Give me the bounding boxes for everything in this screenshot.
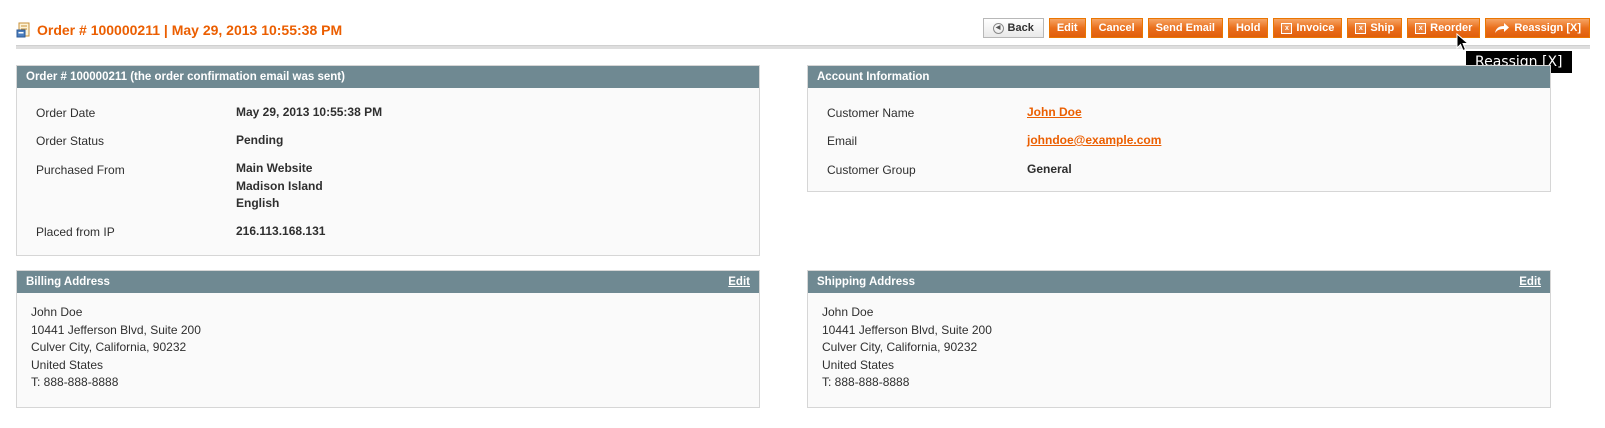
email-label: Email: [827, 134, 858, 148]
reassign-button[interactable]: Reassign [X]: [1485, 18, 1590, 38]
billing-address-header: Billing Address Edit: [17, 271, 759, 293]
billing-edit-link[interactable]: Edit: [728, 276, 750, 288]
hold-button-label: Hold: [1235, 22, 1261, 34]
order-date-label: Order Date: [36, 106, 96, 120]
billing-country: United States: [31, 357, 104, 372]
edit-order-button-label: Edit: [1056, 22, 1078, 34]
shipping-address-lines: John Doe 10441 Jefferson Blvd, Suite 200…: [822, 304, 992, 392]
shipping-street: 10441 Jefferson Blvd, Suite 200: [822, 322, 992, 337]
order-status-value: Pending: [236, 133, 284, 147]
page-header: Order # 100000211 | May 29, 2013 10:55:3…: [16, 15, 1590, 51]
billing-address-title: Billing Address: [26, 276, 110, 288]
purchased-from-view: English: [236, 196, 280, 210]
email-link[interactable]: johndoe@example.com: [1027, 133, 1161, 147]
customer-name-label: Customer Name: [827, 106, 915, 120]
cancel-order-button[interactable]: Cancel: [1090, 18, 1143, 38]
send-email-button[interactable]: Send Email: [1147, 18, 1223, 38]
mouse-cursor-icon: [1456, 33, 1470, 52]
back-button-label: Back: [1007, 22, 1034, 34]
billing-address-box: Billing Address Edit John Doe 10441 Jeff…: [16, 270, 760, 408]
order-status-label: Order Status: [36, 134, 105, 148]
ship-button-label: Ship: [1370, 22, 1395, 34]
share-arrow-icon: [1495, 23, 1510, 33]
edit-order-button[interactable]: Edit: [1048, 18, 1086, 38]
billing-name: John Doe: [31, 305, 83, 319]
billing-phone: T: 888-888-8888: [31, 375, 119, 390]
order-info-title: Order # 100000211 (the order confirmatio…: [26, 71, 345, 83]
placed-ip-value: 216.113.168.131: [236, 224, 326, 238]
invoice-button-label: Invoice: [1296, 22, 1335, 34]
shipping-address-box: Shipping Address Edit John Doe 10441 Jef…: [807, 270, 1551, 408]
account-info-box: Account Information Customer Name John D…: [807, 65, 1551, 192]
customer-name-link[interactable]: John Doe: [1027, 105, 1082, 119]
action-toolbar: ◀ Back Edit Cancel Send Email Hold x Inv…: [982, 18, 1590, 38]
back-button[interactable]: ◀ Back: [982, 18, 1044, 38]
purchased-from-store: Madison Island: [236, 179, 323, 193]
placed-ip-label: Placed from IP: [36, 225, 115, 239]
billing-street: 10441 Jefferson Blvd, Suite 200: [31, 322, 201, 337]
reassign-button-label: Reassign [X]: [1514, 22, 1581, 34]
header-divider: [16, 45, 1590, 49]
document-action-icon: x: [1281, 22, 1293, 34]
order-info-box: Order # 100000211 (the order confirmatio…: [16, 65, 760, 256]
billing-city: Culver City, California, 90232: [31, 340, 187, 355]
shipping-country: United States: [822, 357, 895, 372]
document-action-icon: x: [1355, 22, 1367, 34]
invoice-button[interactable]: x Invoice: [1273, 18, 1343, 38]
customer-group-value: General: [1027, 162, 1072, 176]
shipping-city: Culver City, California, 90232: [822, 340, 978, 355]
order-document-icon: [16, 22, 30, 38]
shipping-name: John Doe: [822, 305, 874, 319]
shipping-address-header: Shipping Address Edit: [808, 271, 1550, 293]
page-title: Order # 100000211 | May 29, 2013 10:55:3…: [37, 22, 343, 38]
ship-button[interactable]: x Ship: [1347, 18, 1403, 38]
account-info-header: Account Information: [808, 66, 1550, 88]
order-info-header: Order # 100000211 (the order confirmatio…: [17, 66, 759, 88]
purchased-from-label: Purchased From: [36, 163, 125, 177]
billing-address-lines: John Doe 10441 Jefferson Blvd, Suite 200…: [31, 304, 201, 392]
customer-group-label: Customer Group: [827, 163, 916, 177]
order-date-value: May 29, 2013 10:55:38 PM: [236, 105, 383, 119]
document-action-icon: x: [1415, 22, 1427, 34]
shipping-edit-link[interactable]: Edit: [1519, 276, 1541, 288]
send-email-button-label: Send Email: [1155, 22, 1215, 34]
back-arrow-icon: ◀: [992, 22, 1004, 34]
shipping-phone: T: 888-888-8888: [822, 375, 910, 390]
hold-button[interactable]: Hold: [1227, 18, 1269, 38]
cancel-order-button-label: Cancel: [1098, 22, 1135, 34]
shipping-address-title: Shipping Address: [817, 276, 915, 288]
account-info-title: Account Information: [817, 71, 930, 83]
purchased-from-website: Main Website: [236, 161, 313, 175]
